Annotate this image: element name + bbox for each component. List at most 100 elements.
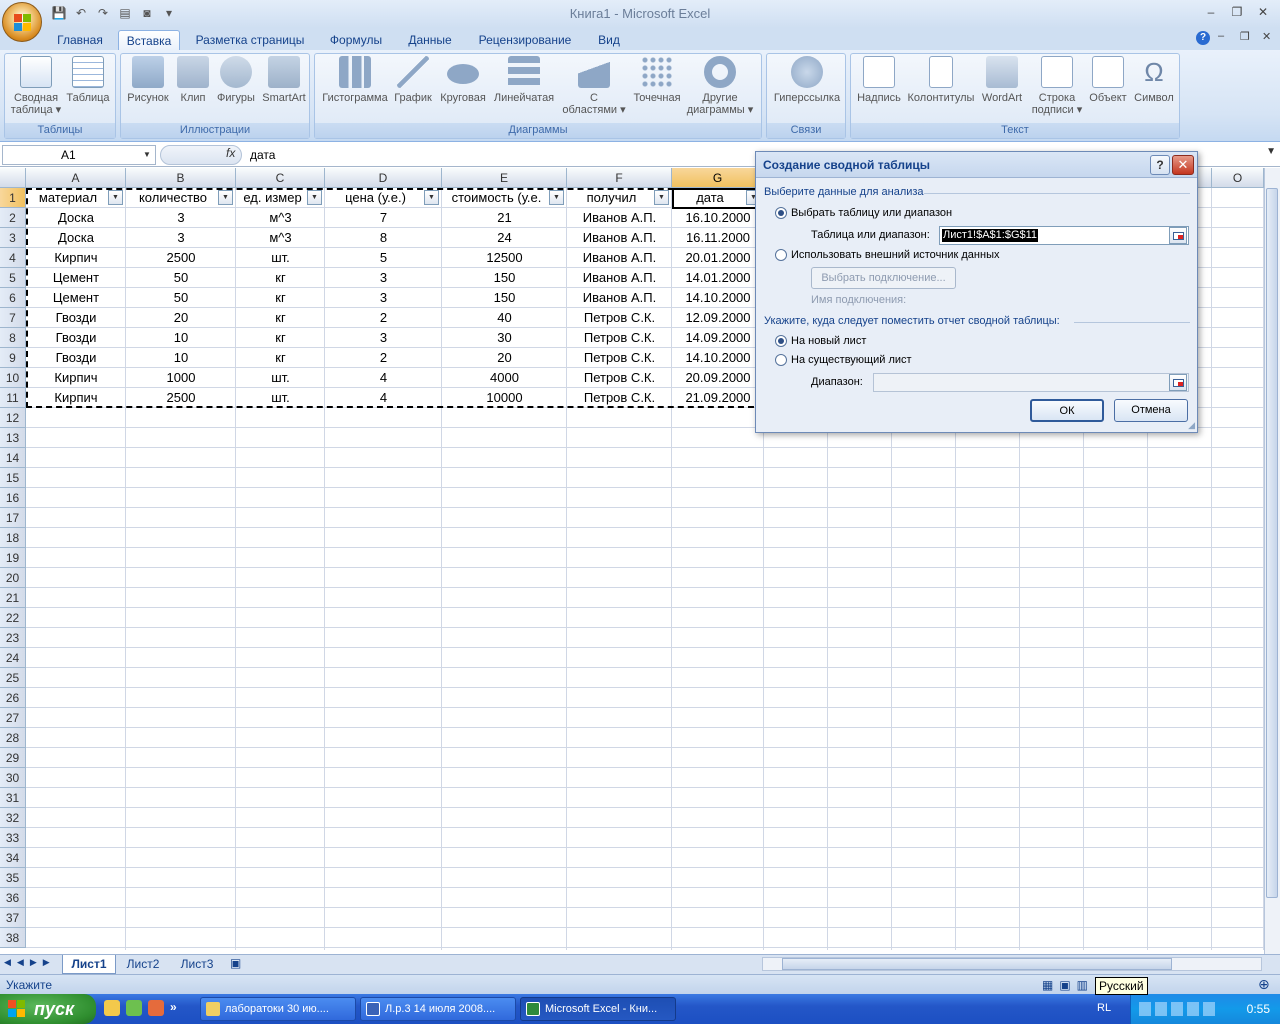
header-footer-button[interactable]: Колонтитулы (905, 56, 977, 104)
dialog-title-bar[interactable]: Создание сводной таблицы ? ✕ (756, 152, 1197, 178)
smartart-button[interactable]: SmartArt (259, 56, 309, 104)
table-cell[interactable]: 7 (325, 208, 442, 228)
table-cell[interactable]: 21.09.2000 (672, 388, 764, 408)
hyperlink-button[interactable]: Гиперссылка (769, 56, 845, 104)
quick-launch-icon-2[interactable] (126, 1000, 142, 1016)
table-cell[interactable]: 20 (126, 308, 236, 328)
histogram-button[interactable]: Гистограмма (319, 56, 391, 104)
table-cell[interactable]: 12500 (442, 248, 567, 268)
table-cell[interactable]: 24 (442, 228, 567, 248)
dialog-help-button[interactable]: ? (1150, 155, 1170, 175)
table-cell[interactable]: 2 (325, 308, 442, 328)
table-cell[interactable]: 12.09.2000 (672, 308, 764, 328)
table-cell[interactable]: Гвозди (26, 328, 126, 348)
vertical-scroll-thumb[interactable] (1266, 188, 1278, 898)
table-cell[interactable]: Петров С.К. (567, 308, 672, 328)
start-button[interactable]: пуск (0, 994, 96, 1024)
column-header[interactable]: O (1212, 168, 1264, 188)
table-cell[interactable]: м^3 (236, 208, 325, 228)
table-cell[interactable]: Гвозди (26, 308, 126, 328)
quick-launch-icon-1[interactable] (104, 1000, 120, 1016)
row-header[interactable]: 30 (0, 768, 26, 788)
table-cell[interactable]: 5 (325, 248, 442, 268)
row-header[interactable]: 17 (0, 508, 26, 528)
table-cell[interactable]: 2500 (126, 388, 236, 408)
line-chart-button[interactable]: График (391, 56, 435, 104)
row-header[interactable]: 21 (0, 588, 26, 608)
table-cell[interactable]: 3 (126, 228, 236, 248)
cancel-button[interactable]: Отмена (1114, 399, 1188, 422)
row-header[interactable]: 10 (0, 368, 26, 388)
range-input[interactable]: Лист1!$A$1:$G$11 (939, 226, 1189, 245)
column-header[interactable]: C (236, 168, 325, 188)
table-cell[interactable]: 40 (442, 308, 567, 328)
row-header[interactable]: 29 (0, 748, 26, 768)
sheet-tab-3[interactable]: Лист3 (172, 955, 222, 974)
table-cell[interactable]: Иванов А.П. (567, 268, 672, 288)
select-all-corner[interactable] (0, 168, 26, 188)
row-header[interactable]: 18 (0, 528, 26, 548)
row-header[interactable]: 7 (0, 308, 26, 328)
table-cell[interactable]: Петров С.К. (567, 388, 672, 408)
tab-review[interactable]: Рецензирование (470, 30, 580, 50)
table-cell[interactable]: Кирпич (26, 388, 126, 408)
table-cell[interactable]: 3 (325, 328, 442, 348)
table-cell[interactable]: Доска (26, 228, 126, 248)
row-header[interactable]: 19 (0, 548, 26, 568)
table-cell[interactable]: 3 (126, 208, 236, 228)
table-cell[interactable]: 21 (442, 208, 567, 228)
doc-close-icon[interactable]: ✕ (1262, 30, 1271, 43)
row-header[interactable]: 11 (0, 388, 26, 408)
row-header[interactable]: 31 (0, 788, 26, 808)
restore-icon[interactable]: ❐ (1228, 4, 1246, 20)
textbox-button[interactable]: Надпись (853, 56, 905, 104)
table-cell[interactable]: 14.10.2000 (672, 348, 764, 368)
filter-dropdown-icon[interactable]: ▼ (549, 190, 564, 205)
tab-home[interactable]: Главная (48, 30, 112, 50)
row-header[interactable]: 16 (0, 488, 26, 508)
table-cell[interactable]: кг (236, 348, 325, 368)
table-cell[interactable]: Цемент (26, 268, 126, 288)
table-cell[interactable]: шт. (236, 248, 325, 268)
table-button[interactable]: Таблица (63, 56, 113, 104)
table-cell[interactable]: Иванов А.П. (567, 208, 672, 228)
column-header[interactable]: B (126, 168, 236, 188)
row-header[interactable]: 6 (0, 288, 26, 308)
row-header[interactable]: 1 (0, 188, 26, 208)
table-cell[interactable]: 4 (325, 368, 442, 388)
sheet-tab-1[interactable]: Лист1 (62, 955, 116, 974)
row-header[interactable]: 32 (0, 808, 26, 828)
picture-button[interactable]: Рисунок (123, 56, 173, 104)
table-cell[interactable]: 30 (442, 328, 567, 348)
sheet-nav-arrows-icon[interactable]: ◀◀▶▶ (4, 957, 56, 968)
table-cell[interactable]: Иванов А.П. (567, 228, 672, 248)
input-language[interactable]: RL (1097, 1002, 1111, 1014)
row-header[interactable]: 36 (0, 888, 26, 908)
row-header[interactable]: 26 (0, 688, 26, 708)
table-cell[interactable]: 16.10.2000 (672, 208, 764, 228)
row-header[interactable]: 15 (0, 468, 26, 488)
expand-formula-bar-icon[interactable]: ▼ (1266, 146, 1276, 157)
radio-new-sheet-label[interactable]: На новый лист (791, 335, 866, 347)
taskbar-item-folder[interactable]: лаборатоки 30 ию.... (200, 997, 356, 1021)
row-header[interactable]: 25 (0, 668, 26, 688)
tab-view[interactable]: Вид (588, 30, 630, 50)
choose-connection-button[interactable]: Выбрать подключение... (811, 267, 956, 289)
table-cell[interactable]: 20.01.2000 (672, 248, 764, 268)
row-header[interactable]: 4 (0, 248, 26, 268)
table-cell[interactable]: 10 (126, 328, 236, 348)
table-cell[interactable]: Доска (26, 208, 126, 228)
minimize-icon[interactable]: – (1202, 4, 1220, 20)
insert-sheet-icon[interactable]: ▣ (230, 956, 241, 970)
horizontal-scroll-thumb[interactable] (782, 958, 1172, 970)
row-header[interactable]: 24 (0, 648, 26, 668)
radio-new-sheet[interactable] (775, 335, 787, 347)
tab-page-layout[interactable]: Разметка страницы (188, 30, 312, 50)
row-header[interactable]: 27 (0, 708, 26, 728)
table-cell[interactable]: шт. (236, 388, 325, 408)
filter-dropdown-icon[interactable]: ▼ (218, 190, 233, 205)
row-header[interactable]: 22 (0, 608, 26, 628)
office-button[interactable] (2, 2, 42, 42)
table-cell[interactable]: 14.10.2000 (672, 288, 764, 308)
pivot-table-button[interactable]: Сводная таблица ▾ (9, 56, 63, 116)
